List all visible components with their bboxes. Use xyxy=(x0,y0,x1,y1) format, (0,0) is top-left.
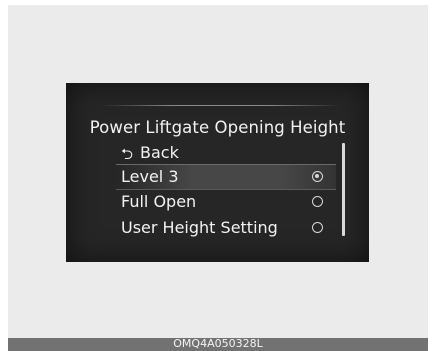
option-label: Level 3 xyxy=(121,167,179,186)
cluster-display: Power Liftgate Opening Height ⮌ Back Lev… xyxy=(66,83,369,262)
radio-selected-icon[interactable] xyxy=(312,171,323,182)
radio-unselected-icon[interactable] xyxy=(312,222,323,233)
back-label: Back xyxy=(140,143,179,162)
header-divider xyxy=(101,105,341,106)
radio-unselected-icon[interactable] xyxy=(312,196,323,207)
option-level-3[interactable]: Level 3 xyxy=(116,164,336,190)
scrollbar[interactable] xyxy=(342,143,345,236)
option-full-open[interactable]: Full Open xyxy=(116,190,336,214)
option-user-height-setting[interactable]: User Height Setting xyxy=(116,216,336,240)
menu-title: Power Liftgate Opening Height xyxy=(89,118,346,137)
option-label: Full Open xyxy=(121,192,197,211)
figure-caption-bar: OMQ4A050328L xyxy=(8,337,428,351)
figure-code: OMQ4A050328L xyxy=(173,337,263,350)
back-menu-item[interactable]: ⮌ Back xyxy=(116,141,336,165)
option-label: User Height Setting xyxy=(121,218,278,237)
